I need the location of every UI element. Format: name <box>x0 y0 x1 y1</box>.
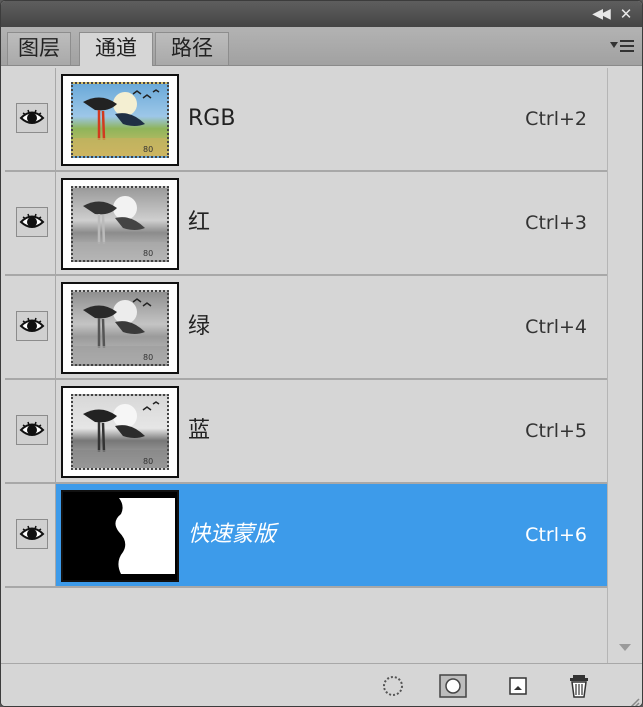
channel-name: 蓝 <box>188 418 211 443</box>
channel-row-rgb[interactable]: 80 RGB Ctrl+2 <box>5 68 607 172</box>
load-selection-icon[interactable] <box>379 672 407 700</box>
double-chevron-left-icon[interactable]: ◀◀ <box>590 5 611 23</box>
eye-icon[interactable] <box>16 103 48 133</box>
channel-list: 80 RGB Ctrl+2 80 红 Ctrl+3 80 绿 Ctrl+4 80… <box>5 68 607 663</box>
channel-thumbnail-rgb: 80 <box>61 74 179 166</box>
scroll-down-arrow-icon[interactable] <box>619 644 631 651</box>
channel-name: 绿 <box>188 314 211 339</box>
channel-shortcut: Ctrl+5 <box>525 420 587 442</box>
svg-text:80: 80 <box>143 457 153 466</box>
eye-icon[interactable] <box>16 207 48 237</box>
svg-text:80: 80 <box>143 145 153 154</box>
visibility-column <box>5 172 56 274</box>
tab-paths[interactable]: 路径 <box>155 32 229 65</box>
tab-layers[interactable]: 图层 <box>7 32 71 65</box>
channel-name: 快速蒙版 <box>188 522 277 547</box>
channels-panel: ◀◀ ✕ 图层 通道 路径 80 RGB Ctrl+2 80 红 Ctrl+3 … <box>0 0 643 707</box>
eye-icon[interactable] <box>16 519 48 549</box>
channel-shortcut: Ctrl+2 <box>525 108 587 130</box>
channel-shortcut: Ctrl+6 <box>525 524 587 546</box>
channel-shortcut: Ctrl+3 <box>525 212 587 234</box>
panel-tabbar: 图层 通道 路径 <box>1 27 642 66</box>
close-icon[interactable]: ✕ <box>616 5 636 23</box>
channel-row-blue[interactable]: 80 蓝 Ctrl+5 <box>5 380 607 484</box>
resize-grip-icon[interactable] <box>628 693 640 706</box>
channel-thumbnail-green: 80 <box>61 282 179 374</box>
channel-row-green[interactable]: 80 绿 Ctrl+4 <box>5 276 607 380</box>
svg-text:80: 80 <box>143 353 153 362</box>
channel-thumbnail-red: 80 <box>61 178 179 270</box>
visibility-column <box>5 276 56 378</box>
channel-name: RGB <box>188 106 236 131</box>
eye-icon[interactable] <box>16 311 48 341</box>
visibility-column <box>5 68 56 170</box>
channel-shortcut: Ctrl+4 <box>525 316 587 338</box>
save-selection-icon[interactable] <box>438 672 467 700</box>
delete-channel-icon[interactable] <box>565 672 593 700</box>
visibility-column <box>5 484 56 586</box>
panel-menu-icon[interactable] <box>610 35 636 57</box>
channel-row-red[interactable]: 80 红 Ctrl+3 <box>5 172 607 276</box>
new-channel-icon[interactable] <box>504 672 532 700</box>
panel-titlebar: ◀◀ ✕ <box>1 1 642 27</box>
channel-row-quick-mask[interactable]: 快速蒙版 Ctrl+6 <box>5 484 607 588</box>
panel-bottom-toolbar <box>1 663 642 706</box>
svg-text:80: 80 <box>143 249 153 258</box>
tab-channels[interactable]: 通道 <box>79 32 153 66</box>
channel-thumbnail-blue: 80 <box>61 386 179 478</box>
channel-thumbnail-quick-mask <box>61 490 179 582</box>
channel-name: 红 <box>188 210 211 235</box>
eye-icon[interactable] <box>16 415 48 445</box>
visibility-column <box>5 380 56 482</box>
scrollbar[interactable] <box>607 68 641 663</box>
